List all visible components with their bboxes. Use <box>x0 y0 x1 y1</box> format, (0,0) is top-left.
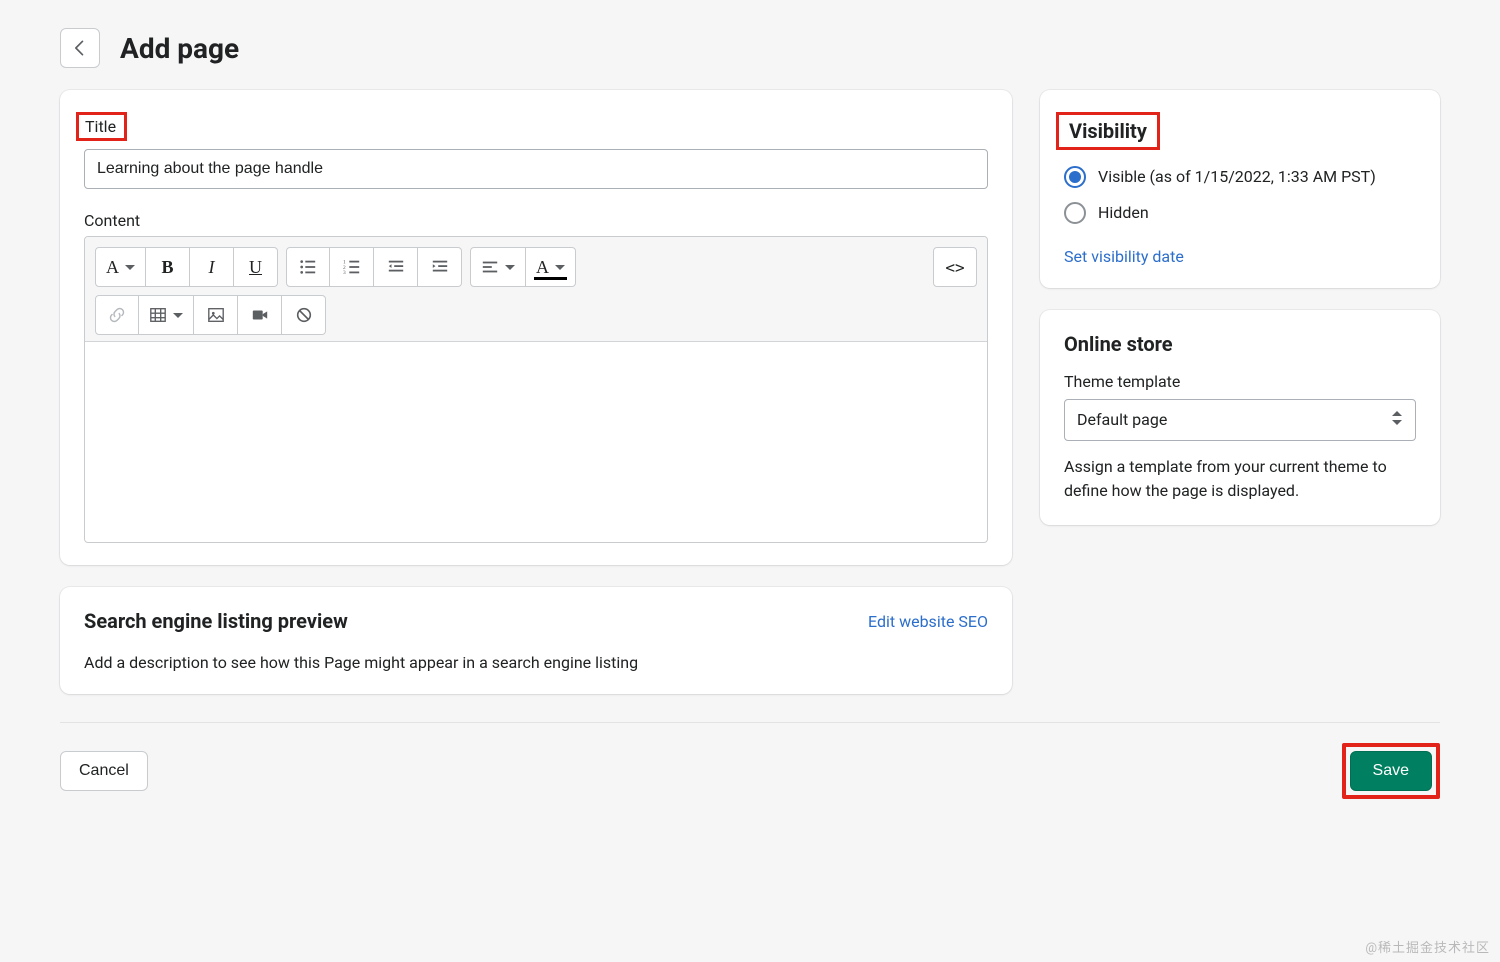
bullet-list-button[interactable] <box>286 247 330 287</box>
seo-title: Search engine listing preview <box>84 609 348 633</box>
chevron-down-icon <box>505 257 515 278</box>
html-button[interactable]: <> <box>933 247 977 287</box>
set-visibility-date-link[interactable]: Set visibility date <box>1064 247 1184 266</box>
paragraph-style-button[interactable]: A <box>95 247 146 287</box>
chevron-down-icon <box>173 305 183 326</box>
clear-format-button[interactable] <box>282 295 326 335</box>
theme-helper-text: Assign a template from your current them… <box>1064 455 1416 503</box>
save-button[interactable]: Save <box>1350 751 1432 791</box>
content-label: Content <box>84 211 988 230</box>
link-icon <box>108 306 126 324</box>
theme-template-select[interactable]: Default page <box>1064 399 1416 441</box>
svg-text:3: 3 <box>343 270 346 276</box>
bullet-list-icon <box>299 258 317 276</box>
radio-label: Hidden <box>1098 202 1149 224</box>
visibility-title: Visibility <box>1056 112 1160 150</box>
arrow-left-icon <box>70 38 90 58</box>
visibility-card: Visibility Visible (as of 1/15/2022, 1:3… <box>1040 90 1440 288</box>
footer: Cancel Save <box>60 722 1440 799</box>
number-list-icon: 123 <box>343 258 361 276</box>
clear-format-icon <box>295 306 313 324</box>
content-card: Title Content A B I U <box>60 90 1012 565</box>
watermark: @稀土掘金技术社区 <box>1365 937 1490 956</box>
title-input[interactable] <box>84 149 988 189</box>
chevron-down-icon <box>555 257 565 278</box>
indent-icon <box>431 258 449 276</box>
visibility-visible-radio[interactable]: Visible (as of 1/15/2022, 1:33 AM PST) <box>1064 166 1416 188</box>
number-list-button[interactable]: 123 <box>330 247 374 287</box>
cancel-button[interactable]: Cancel <box>60 751 148 791</box>
table-button[interactable] <box>139 295 194 335</box>
editor-toolbar: A B I U 123 <box>85 237 987 342</box>
visibility-hidden-radio[interactable]: Hidden <box>1064 202 1416 224</box>
italic-button[interactable]: I <box>190 247 234 287</box>
indent-button[interactable] <box>418 247 462 287</box>
image-button[interactable] <box>194 295 238 335</box>
radio-icon <box>1064 166 1086 188</box>
outdent-button[interactable] <box>374 247 418 287</box>
page-title: Add page <box>120 32 239 65</box>
underline-button[interactable]: U <box>234 247 278 287</box>
rich-text-editor: A B I U 123 <box>84 236 988 543</box>
online-store-card: Online store Theme template Default page… <box>1040 310 1440 525</box>
seo-description: Add a description to see how this Page m… <box>84 653 988 672</box>
select-value: Default page <box>1077 410 1167 429</box>
theme-template-label: Theme template <box>1064 372 1416 391</box>
outdent-icon <box>387 258 405 276</box>
bold-button[interactable]: B <box>146 247 190 287</box>
font-color-button[interactable]: A <box>526 247 576 287</box>
align-left-icon <box>481 258 499 276</box>
table-icon <box>149 306 167 324</box>
link-button[interactable] <box>95 295 139 335</box>
video-button[interactable] <box>238 295 282 335</box>
seo-card: Search engine listing preview Edit websi… <box>60 587 1012 694</box>
edit-seo-link[interactable]: Edit website SEO <box>868 612 988 631</box>
save-highlight: Save <box>1342 743 1440 799</box>
back-button[interactable] <box>60 28 100 68</box>
content-textarea[interactable] <box>85 342 987 542</box>
radio-label: Visible (as of 1/15/2022, 1:33 AM PST) <box>1098 166 1376 188</box>
image-icon <box>207 306 225 324</box>
radio-icon <box>1064 202 1086 224</box>
video-icon <box>251 306 269 324</box>
chevron-down-icon <box>125 257 135 278</box>
online-store-title: Online store <box>1064 332 1416 356</box>
select-caret-icon <box>1391 410 1403 430</box>
title-label: Title <box>76 112 127 141</box>
align-button[interactable] <box>470 247 526 287</box>
